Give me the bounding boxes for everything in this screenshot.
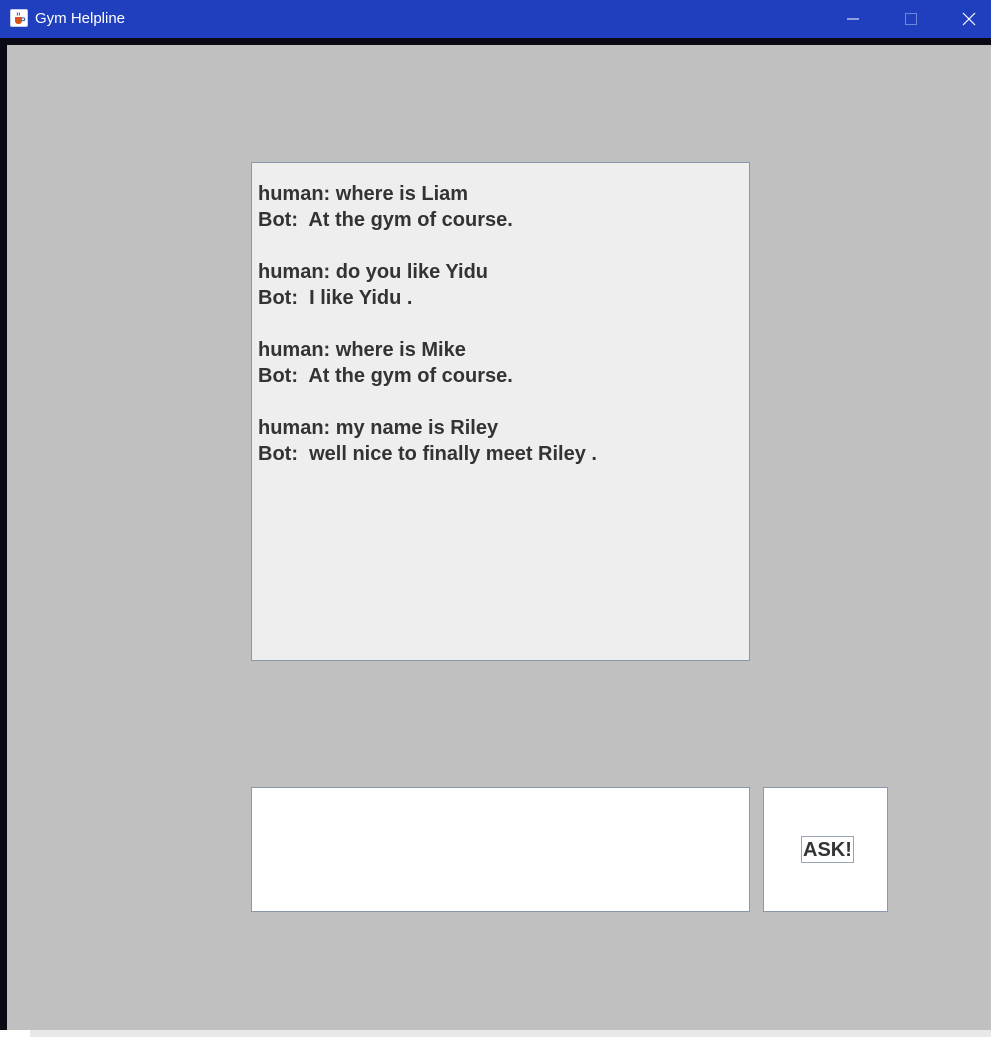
ask-button[interactable]: ASK!: [763, 787, 888, 912]
minimize-button[interactable]: [824, 0, 882, 38]
bot-message: Bot: At the gym of course.: [258, 209, 513, 231]
minimize-icon: [847, 18, 859, 20]
window-frame-bottom-left: [0, 1030, 30, 1037]
java-cup-icon: [10, 9, 28, 27]
message-exchange: human: where is Liam Bot: At the gym of …: [258, 181, 743, 233]
message-exchange: human: my name is Riley Bot: well nice t…: [258, 415, 743, 467]
maximize-icon: [905, 13, 917, 25]
bot-message: Bot: well nice to finally meet Riley .: [258, 443, 597, 465]
window-frame-left: [0, 38, 7, 1037]
bot-message: Bot: I like Yidu .: [258, 287, 413, 309]
human-message: human: do you like Yidu: [258, 261, 489, 283]
title-bar[interactable]: Gym Helpline: [0, 0, 991, 38]
app-window: Gym Helpline human: where is Liam Bot: A…: [0, 0, 991, 1037]
window-frame-top: [0, 38, 991, 45]
chat-transcript[interactable]: human: where is Liam Bot: At the gym of …: [251, 162, 750, 661]
message-exchange: human: do you like Yidu Bot: I like Yidu…: [258, 259, 743, 311]
bot-message: Bot: At the gym of course.: [258, 365, 513, 387]
ask-button-label: ASK!: [801, 836, 854, 863]
close-icon: [962, 12, 976, 26]
human-message: human: my name is Riley: [258, 417, 499, 439]
window-frame-bottom: [30, 1030, 991, 1037]
human-message: human: where is Liam: [258, 183, 469, 205]
close-button[interactable]: [940, 0, 991, 38]
question-input[interactable]: [251, 787, 750, 912]
message-exchange: human: where is Mike Bot: At the gym of …: [258, 337, 743, 389]
window-title: Gym Helpline: [35, 10, 126, 27]
human-message: human: where is Mike: [258, 339, 466, 361]
maximize-button[interactable]: [882, 0, 940, 38]
